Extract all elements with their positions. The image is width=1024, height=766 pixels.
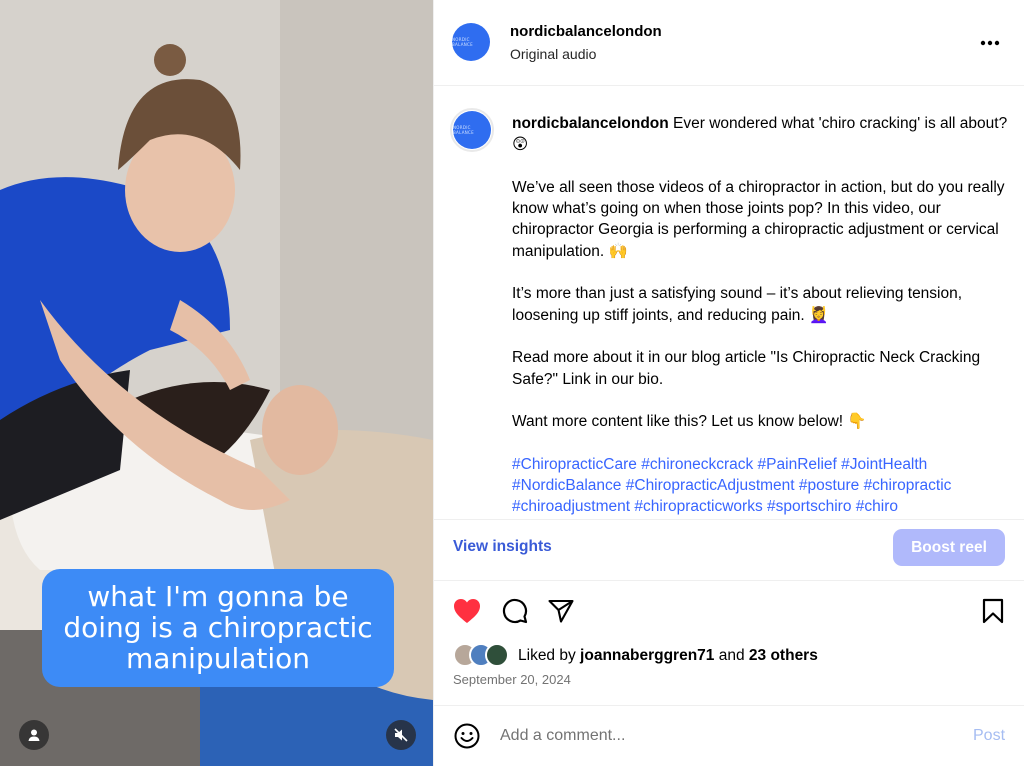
heart-filled-icon — [454, 599, 480, 623]
smiley-icon — [454, 723, 480, 749]
video-caption: what I'm gonna be doing is a chiropracti… — [42, 569, 394, 687]
audio-label[interactable]: Original audio — [510, 46, 596, 62]
comment-bar: Post — [434, 705, 1024, 766]
liker-avatar[interactable] — [485, 643, 509, 667]
likes-summary: Liked by joannaberggren71 and 23 others — [518, 647, 818, 664]
post-header: NORDIC BALANCE nordicbalancelondon Origi… — [434, 0, 1024, 86]
hashtag-link[interactable]: #chiroadjustment — [512, 498, 630, 515]
hashtag-link[interactable]: #ChiropracticAdjustment — [626, 477, 795, 494]
likes-others-link[interactable]: 23 others — [749, 647, 818, 664]
hashtag-link[interactable]: #ChiropracticCare — [512, 456, 637, 473]
caption-line: what I'm gonna be — [87, 580, 349, 613]
post-date[interactable]: September 20, 2024 — [453, 672, 571, 687]
post-actions — [434, 592, 1024, 628]
unmute-button[interactable] — [386, 720, 416, 750]
account-avatar[interactable]: NORDIC BALANCE — [452, 23, 490, 61]
caption-paragraph: Want more content like this? Let us know… — [512, 413, 867, 431]
share-button[interactable] — [546, 596, 576, 626]
hashtag-link[interactable]: #PainRelief — [758, 456, 837, 473]
more-dots-icon — [980, 40, 1000, 46]
hashtag-link[interactable]: #chiropracticworks — [634, 498, 762, 515]
caption-line: doing is a chiropractic — [63, 611, 373, 644]
liker-username[interactable]: joannaberggren71 — [580, 647, 714, 664]
hashtag-link[interactable]: #chiro — [856, 498, 898, 515]
hashtag-link[interactable]: #sportschiro — [767, 498, 851, 515]
likes-row: Liked by joannaberggren71 and 23 others — [453, 643, 1013, 667]
paper-plane-icon — [548, 599, 574, 623]
bookmark-icon — [982, 598, 1004, 624]
hashtag-link[interactable]: #chiropractic — [864, 477, 952, 494]
boost-reel-button[interactable]: Boost reel — [893, 529, 1005, 566]
hashtag-link[interactable]: #JointHealth — [841, 456, 927, 473]
emoji-picker-button[interactable] — [453, 722, 481, 750]
user-icon — [28, 729, 40, 741]
caption-paragraph: Read more about it in our blog article "… — [512, 349, 981, 388]
reel-video[interactable]: what I'm gonna be doing is a chiropracti… — [0, 0, 433, 766]
save-button[interactable] — [978, 596, 1008, 626]
hashtag-link[interactable]: #posture — [799, 477, 859, 494]
post-caption: nordicbalancelondon Ever wondered what '… — [512, 113, 1012, 519]
caption-line: manipulation — [125, 642, 311, 675]
like-button[interactable] — [452, 596, 482, 626]
tagged-users-button[interactable] — [19, 720, 49, 750]
view-insights-link[interactable]: View insights — [453, 538, 552, 556]
insights-bar: View insights Boost reel — [434, 519, 1024, 581]
post-comment-button[interactable]: Post — [973, 727, 1005, 745]
comment-button[interactable] — [500, 596, 530, 626]
muted-speaker-icon — [394, 728, 408, 742]
hashtag-link[interactable]: #NordicBalance — [512, 477, 621, 494]
header-username[interactable]: nordicbalancelondon — [510, 23, 662, 40]
post-panel: NORDIC BALANCE nordicbalancelondon Origi… — [433, 0, 1024, 766]
more-options-button[interactable] — [978, 31, 1002, 55]
post-caption-area[interactable]: NORDIC BALANCE nordicbalancelondon Ever … — [434, 87, 1024, 519]
caption-paragraph: It’s more than just a satisfying sound –… — [512, 285, 963, 324]
hashtag-list: #ChiropracticCare #chironeckcrack #PainR… — [512, 454, 1012, 518]
comment-bubble-icon — [502, 598, 528, 624]
comment-input[interactable] — [500, 723, 940, 749]
hashtag-link[interactable]: #chironeckcrack — [641, 456, 753, 473]
caption-avatar: NORDIC BALANCE — [453, 111, 491, 149]
caption-avatar-ring[interactable]: NORDIC BALANCE — [450, 108, 494, 152]
caption-username[interactable]: nordicbalancelondon — [512, 115, 669, 132]
caption-paragraph: We’ve all seen those videos of a chiropr… — [512, 178, 1005, 260]
